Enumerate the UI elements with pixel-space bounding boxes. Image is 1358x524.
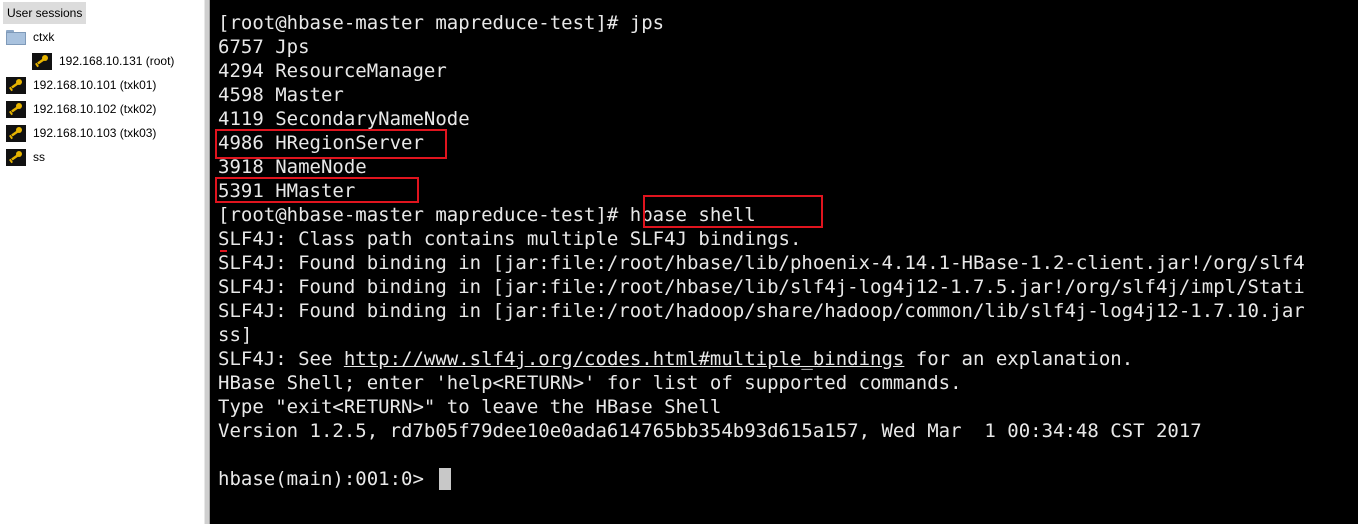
terminal-output: [root@hbase-master mapreduce-test]# jps … <box>218 11 1305 491</box>
session-item-ss[interactable]: ss <box>6 147 45 167</box>
session-item-192-168-10-103[interactable]: 192.168.10.103 (txk03) <box>6 123 156 143</box>
terminal-line: SLF4J: Found binding in [jar:file:/root/… <box>218 300 1305 322</box>
session-item-192-168-10-101[interactable]: 192.168.10.101 (txk01) <box>6 75 156 95</box>
session-label: 192.168.10.131 (root) <box>59 54 175 68</box>
link-suffix: for an explanation. <box>904 348 1134 370</box>
terminal-line: 4119 SecondaryNameNode <box>218 108 470 130</box>
terminal-line: 4598 Master <box>218 84 344 106</box>
terminal-line: 5391 HMaster <box>218 180 356 202</box>
terminal-line: Type "exit<RETURN>" to leave the HBase S… <box>218 396 722 418</box>
app-window: User sessions ctxk 192.168.10.131 (root)… <box>0 0 1358 524</box>
terminal-line: HBase Shell; enter 'help<RETURN>' for li… <box>218 372 962 394</box>
terminal-line: 3918 NameNode <box>218 156 367 178</box>
sessions-sidebar: User sessions ctxk 192.168.10.131 (root)… <box>0 0 204 524</box>
session-label: 192.168.10.103 (txk03) <box>33 126 157 140</box>
terminal-line: SLF4J: Found binding in [jar:file:/root/… <box>218 276 1305 298</box>
terminal-line: SLF4J: Class path contains multiple SLF4… <box>218 228 802 250</box>
red-mark <box>220 250 227 252</box>
session-label: 192.168.10.101 (txk01) <box>33 78 157 92</box>
sidebar-header[interactable]: User sessions <box>3 2 87 24</box>
key-icon <box>32 52 52 70</box>
session-label: ss <box>33 150 45 164</box>
session-label: 192.168.10.102 (txk02) <box>33 102 157 116</box>
terminal-line: 6757 Jps <box>218 36 310 58</box>
text-cursor <box>439 468 452 490</box>
terminal-panel[interactable]: [root@hbase-master mapreduce-test]# jps … <box>210 0 1358 524</box>
terminal-line: [root@hbase-master mapreduce-test]# jps <box>218 12 665 34</box>
terminal-line: [root@hbase-master mapreduce-test]# hbas… <box>218 204 756 226</box>
key-icon <box>6 100 26 118</box>
key-icon <box>6 124 26 142</box>
terminal-line: SLF4J: Found binding in [jar:file:/root/… <box>218 252 1305 274</box>
session-label: ctxk <box>33 30 55 44</box>
terminal-line-link: SLF4J: See http://www.slf4j.org/codes.ht… <box>218 347 1305 371</box>
key-icon <box>6 148 26 166</box>
terminal-line: 4294 ResourceManager <box>218 60 447 82</box>
folder-icon <box>6 29 26 45</box>
terminal-line: Version 1.2.5, rd7b05f79dee10e0ada614765… <box>218 420 1202 442</box>
session-item-192-168-10-102[interactable]: 192.168.10.102 (txk02) <box>6 99 156 119</box>
key-icon <box>6 76 26 94</box>
session-folder-ctxk[interactable]: ctxk <box>6 27 54 47</box>
slf4j-bindings-link[interactable]: http://www.slf4j.org/codes.html#multiple… <box>344 348 905 370</box>
link-prefix: SLF4J: See <box>218 348 344 370</box>
terminal-line: 4986 HRegionServer <box>218 132 424 154</box>
shell-prompt: hbase(main):001:0> <box>218 468 436 490</box>
terminal-prompt-line[interactable]: hbase(main):001:0> <box>218 467 1305 491</box>
session-item-192-168-10-131[interactable]: 192.168.10.131 (root) <box>32 51 174 71</box>
terminal-line: ss] <box>218 324 253 346</box>
